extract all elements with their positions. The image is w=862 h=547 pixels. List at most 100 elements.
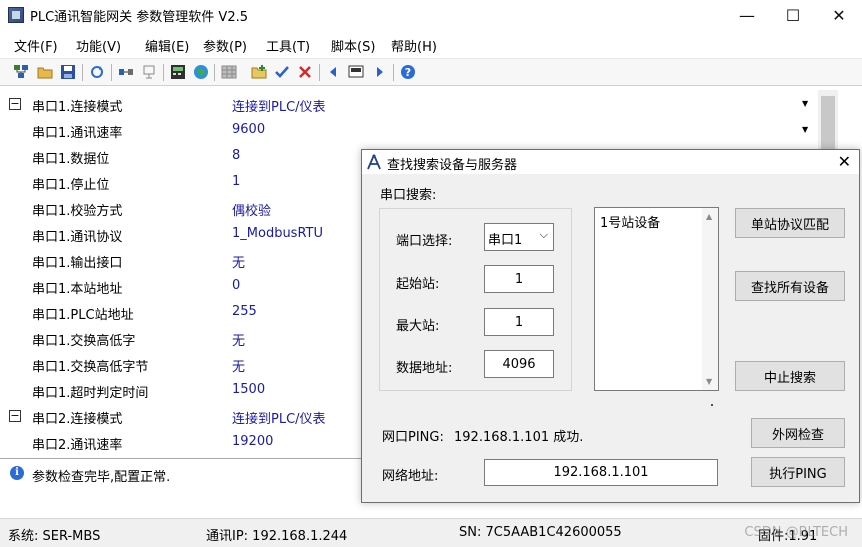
toolbar-separator [319,64,320,81]
external-check-button[interactable]: 外网检查 [751,418,845,448]
decorative-dot [711,404,713,406]
property-value[interactable]: 255 [232,304,257,319]
title-bar: PLC通讯智能网关 参数管理软件 V2.5 — ☐ ✕ [0,0,862,30]
property-row[interactable]: 串口1.通讯速率 9600 ▼ [0,117,838,143]
cross-icon[interactable] [297,64,313,80]
screen-icon[interactable] [348,64,364,80]
toolbar-separator [82,64,83,81]
property-name: 串口1.本站地址 [32,282,123,297]
property-row[interactable]: − 串口1.连接模式 连接到PLC/仪表 ▼ [0,91,838,117]
search-devices-dialog: 查找搜索设备与服务器 ✕ 串口搜索: 端口选择: 串口1 ⌵ 起始站: 1 最大… [361,149,860,503]
property-value[interactable]: 连接到PLC/仪表 [232,96,326,115]
dialog-close-button[interactable]: ✕ [838,152,851,171]
property-name: 串口1.交换高低字节 [32,360,149,375]
scroll-up-icon[interactable]: ▲ [706,212,712,221]
port-label: 端口选择: [396,234,453,249]
property-value[interactable]: 9600 [232,122,265,137]
globe-icon[interactable] [193,64,209,80]
property-value[interactable]: 1 [232,174,240,189]
maximize-button[interactable]: ☐ [770,0,816,30]
menu-function[interactable]: 功能(V) [76,36,121,55]
property-name: 串口1.通讯协议 [32,230,123,245]
dialog-title-bar: 查找搜索设备与服务器 ✕ [362,150,859,174]
property-value[interactable]: 连接到PLC/仪表 [232,408,326,427]
property-name: 串口1.数据位 [32,152,110,167]
property-value[interactable]: 8 [232,148,240,163]
start-station-label: 起始站: [396,277,440,292]
property-name: 串口2.连接模式 [32,412,123,427]
port-select-value: 串口1 [488,233,523,248]
open-folder-icon[interactable] [37,64,53,80]
message-text: 参数检查完毕,配置正常. [32,470,171,485]
property-name: 串口1.交换高低字 [32,334,136,349]
menu-tools[interactable]: 工具(T) [266,36,310,55]
status-bar: 系统: SER-MBS 通讯IP: 192.168.1.244 SN: 7C5A… [0,518,862,547]
save-icon[interactable] [60,64,76,80]
status-sn: SN: 7C5AAB1C42600055 [459,525,622,540]
status-ip: 通讯IP: 192.168.1.244 [206,529,348,544]
network-icon[interactable] [13,64,29,80]
prev-icon[interactable] [326,64,342,80]
collapse-icon[interactable]: − [9,410,21,422]
max-station-label: 最大站: [396,319,440,334]
data-address-label: 数据地址: [396,361,453,376]
property-name: 串口1.停止位 [32,178,110,193]
property-value[interactable]: 无 [232,356,245,375]
watermark: CSDN @BLTECH [744,525,848,540]
chevron-down-icon: ⌵ [539,228,548,241]
property-value[interactable]: 1500 [232,382,265,397]
info-icon: i [10,466,24,480]
property-name: 串口1.PLC站地址 [32,308,134,323]
toolbar: ? [0,58,862,86]
device-list[interactable]: 1号站设备 ▲ ▼ [594,207,719,391]
menu-script[interactable]: 脚本(S) [331,36,375,55]
property-value[interactable]: 无 [232,252,245,271]
next-icon[interactable] [371,64,387,80]
property-value[interactable]: 偶校验 [232,200,271,219]
menu-help[interactable]: 帮助(H) [391,36,437,55]
ping-result: 192.168.1.101 成功. [454,430,584,445]
menu-parameters[interactable]: 参数(P) [203,36,247,55]
dropdown-arrow-icon[interactable]: ▼ [802,125,808,134]
property-name: 串口1.输出接口 [32,256,123,271]
start-station-input[interactable]: 1 [484,265,554,293]
close-button[interactable]: ✕ [816,0,862,30]
network-address-label: 网络地址: [382,469,439,484]
connect-icon[interactable] [118,64,134,80]
window-title: PLC通讯智能网关 参数管理软件 V2.5 [30,9,248,25]
menu-bar: 文件(F) 功能(V) 编辑(E) 参数(P) 工具(T) 脚本(S) 帮助(H… [0,32,862,56]
help-icon[interactable]: ? [400,64,416,80]
list-scrollbar[interactable]: ▲ ▼ [702,208,718,390]
folder-add-icon[interactable] [251,64,267,80]
port-select[interactable]: 串口1 ⌵ [484,223,554,251]
dropdown-arrow-icon[interactable]: ▼ [802,99,808,108]
property-value[interactable]: 1_ModbusRTU [232,226,323,241]
find-all-button[interactable]: 查找所有设备 [735,271,845,301]
single-match-button[interactable]: 单站协议匹配 [735,208,845,238]
scroll-down-icon[interactable]: ▼ [706,377,712,386]
refresh-icon[interactable] [89,64,105,80]
property-value[interactable]: 无 [232,330,245,349]
network-address-input[interactable]: 192.168.1.101 [484,459,718,486]
disconnect-icon[interactable] [141,64,157,80]
check-icon[interactable] [274,64,290,80]
calculator-icon[interactable] [170,64,186,80]
minimize-button[interactable]: — [724,0,770,30]
toolbar-separator [163,64,164,81]
collapse-icon[interactable]: − [9,98,21,110]
grid-icon[interactable] [221,64,237,80]
list-item[interactable]: 1号站设备 [600,212,660,231]
property-value[interactable]: 19200 [232,434,273,449]
property-name: 串口1.通讯速率 [32,126,123,141]
status-system: 系统: SER-MBS [8,529,101,544]
property-value[interactable]: 0 [232,278,240,293]
property-name: 串口2.通讯速率 [32,438,123,453]
max-station-input[interactable]: 1 [484,308,554,336]
stop-search-button[interactable]: 中止搜索 [735,361,845,391]
menu-edit[interactable]: 编辑(E) [145,36,189,55]
execute-ping-button[interactable]: 执行PING [751,457,845,487]
data-address-input[interactable]: 4096 [484,350,554,378]
menu-file[interactable]: 文件(F) [14,36,58,55]
property-name: 串口1.校验方式 [32,204,123,219]
property-name: 串口1.连接模式 [32,100,123,115]
